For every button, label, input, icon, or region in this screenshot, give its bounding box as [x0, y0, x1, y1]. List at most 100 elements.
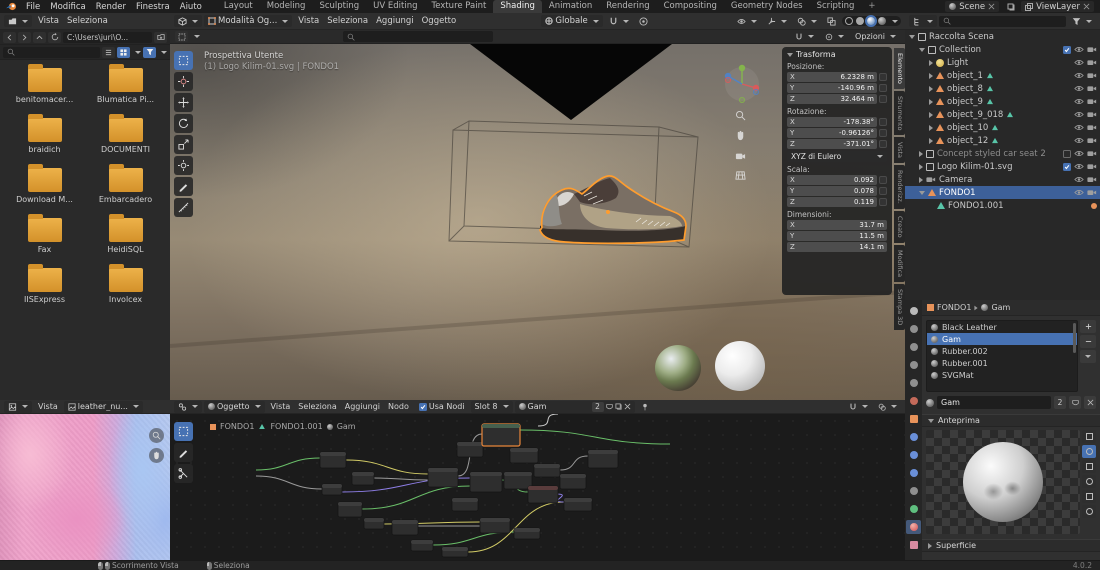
- shader-node[interactable]: [480, 518, 510, 533]
- shader-node[interactable]: [428, 468, 458, 487]
- tool-annotate[interactable]: [174, 177, 193, 196]
- render-visibility-icon[interactable]: [1087, 124, 1097, 131]
- transform-value-field[interactable]: X-178.38°: [787, 117, 877, 127]
- hide-eye-icon[interactable]: [1074, 150, 1084, 157]
- node-tool-select-box[interactable]: [174, 422, 193, 441]
- shader-menu-aggiungi[interactable]: Aggiungi: [341, 402, 384, 411]
- hide-eye-icon[interactable]: [1074, 111, 1084, 118]
- properties-tab-tool[interactable]: [906, 304, 921, 318]
- properties-tab-texture[interactable]: [906, 538, 921, 552]
- outliner-row-logo-kilim-01-svg[interactable]: Logo Kilim-01.svg: [905, 160, 1100, 173]
- tool-move[interactable]: [174, 93, 193, 112]
- shading-wireframe-icon[interactable]: [845, 17, 853, 25]
- hide-eye-icon[interactable]: [1074, 189, 1084, 196]
- filter-funnel-icon[interactable]: [143, 47, 156, 58]
- transform-value-field[interactable]: X31.7 m: [787, 220, 887, 230]
- topbar-menu-aiuto[interactable]: Aiuto: [175, 2, 207, 12]
- new-scene-button[interactable]: [1003, 1, 1019, 13]
- material-slot-rubber-002[interactable]: Rubber.002: [927, 345, 1077, 357]
- node-tool-annotate[interactable]: [174, 443, 193, 462]
- topbar-menu-file[interactable]: File: [21, 2, 45, 12]
- shader-node[interactable]: [352, 472, 374, 485]
- disclosure-icon[interactable]: [919, 48, 925, 52]
- disclosure-icon[interactable]: [929, 125, 933, 131]
- unlink-material-icon[interactable]: [1084, 396, 1096, 409]
- transform-value-field[interactable]: X6.2328 m: [787, 72, 877, 82]
- outliner-row-collection[interactable]: Collection: [905, 43, 1100, 56]
- tool-search-input[interactable]: [343, 31, 493, 42]
- tool-chevron-icon[interactable]: [194, 35, 200, 38]
- preview-shape-hair[interactable]: [1082, 475, 1096, 488]
- properties-tab-data[interactable]: [906, 502, 921, 516]
- shader-type-dropdown[interactable]: Oggetto: [204, 401, 265, 413]
- folder-item[interactable]: Download M...: [4, 168, 85, 204]
- shader-node[interactable]: [588, 450, 618, 468]
- slot-dropdown[interactable]: Slot 8: [471, 401, 513, 413]
- hide-eye-icon[interactable]: [1074, 72, 1084, 79]
- properties-tab-constraints[interactable]: [906, 484, 921, 498]
- file-browser-menu-vista[interactable]: Vista: [34, 16, 63, 26]
- shader-node[interactable]: [514, 528, 540, 539]
- preview-shape-cloth[interactable]: [1082, 490, 1096, 503]
- properties-tab-world[interactable]: [906, 394, 921, 408]
- outliner-row-object-12[interactable]: object_12: [905, 134, 1100, 147]
- lock-icon[interactable]: [879, 84, 887, 92]
- create-directory-button[interactable]: [154, 32, 167, 43]
- editor-type-button[interactable]: [174, 15, 202, 27]
- properties-tab-material[interactable]: [906, 520, 921, 534]
- view-object-types-icon[interactable]: [733, 15, 761, 27]
- transform-value-field[interactable]: Z0.119: [787, 197, 877, 207]
- overlays-toggle-icon[interactable]: [793, 15, 821, 27]
- folder-item[interactable]: DOCUMENTI: [85, 118, 166, 154]
- properties-tab-modifiers[interactable]: [906, 430, 921, 444]
- material-datablock-selector[interactable]: Gam 2: [515, 401, 635, 413]
- hide-eye-icon[interactable]: [1074, 137, 1084, 144]
- scene-selector[interactable]: Scene: [945, 1, 999, 12]
- lock-icon[interactable]: [879, 140, 887, 148]
- shoe-model[interactable]: [540, 176, 686, 243]
- shader-node[interactable]: [457, 442, 483, 457]
- nav-perspective-icon[interactable]: [733, 168, 747, 182]
- outliner-row-concept-styled-car-seat-2[interactable]: Concept styled car seat 2: [905, 147, 1100, 160]
- transform-pivot-icon[interactable]: [821, 31, 848, 43]
- shader-node[interactable]: [364, 518, 384, 529]
- visibility-checkbox[interactable]: [1063, 150, 1071, 158]
- display-settings-chevron-icon[interactable]: [135, 51, 141, 54]
- sidebar-tab-stampa-3d[interactable]: Stampa 3D: [894, 284, 905, 330]
- shader-node[interactable]: [534, 464, 560, 477]
- up-button[interactable]: [33, 32, 46, 43]
- transform-value-field[interactable]: Y11.5 m: [787, 231, 887, 241]
- navigation-gizmo[interactable]: [725, 65, 759, 103]
- render-visibility-icon[interactable]: [1087, 85, 1097, 92]
- filter-chevron-icon[interactable]: [161, 51, 167, 54]
- remove-slot-button[interactable]: [1080, 335, 1096, 348]
- disclosure-icon[interactable]: [919, 177, 923, 183]
- material-name-field[interactable]: Gam: [937, 396, 1051, 409]
- render-visibility-icon[interactable]: [1087, 72, 1097, 79]
- tool-rotate[interactable]: [174, 114, 193, 133]
- proportional-editing-icon[interactable]: [635, 15, 652, 27]
- back-button[interactable]: [3, 32, 16, 43]
- disclosure-icon[interactable]: [929, 112, 933, 118]
- display-mode-list-icon[interactable]: [102, 47, 115, 58]
- browse-material-icon[interactable]: [926, 399, 934, 407]
- outliner-row-object-9[interactable]: object_9: [905, 95, 1100, 108]
- node-snap-icon[interactable]: [845, 401, 872, 413]
- render-visibility-icon[interactable]: [1087, 189, 1097, 196]
- material-users-count[interactable]: 2: [592, 402, 604, 412]
- shader-node[interactable]: [564, 498, 592, 511]
- render-visibility-icon[interactable]: [1087, 137, 1097, 144]
- sidebar-panel-header[interactable]: Trasforma: [787, 50, 887, 59]
- new-material-icon[interactable]: [615, 403, 622, 410]
- node-canvas[interactable]: FONDO1 FONDO1.001 Gam: [170, 414, 905, 560]
- preview-section-header[interactable]: Anteprima: [922, 414, 1100, 427]
- viewlayer-unlink-icon[interactable]: [1083, 3, 1090, 10]
- properties-tab-view-layer[interactable]: [906, 358, 921, 372]
- folder-item[interactable]: Fax: [4, 218, 85, 254]
- workspace-tab-uv-editing[interactable]: UV Editing: [366, 0, 424, 13]
- workspace-tab-compositing[interactable]: Compositing: [657, 0, 724, 13]
- workspace-tab-animation[interactable]: Animation: [542, 0, 599, 13]
- shader-node[interactable]: [411, 540, 433, 551]
- disclosure-icon[interactable]: [919, 151, 923, 157]
- editor-type-button[interactable]: [174, 401, 202, 413]
